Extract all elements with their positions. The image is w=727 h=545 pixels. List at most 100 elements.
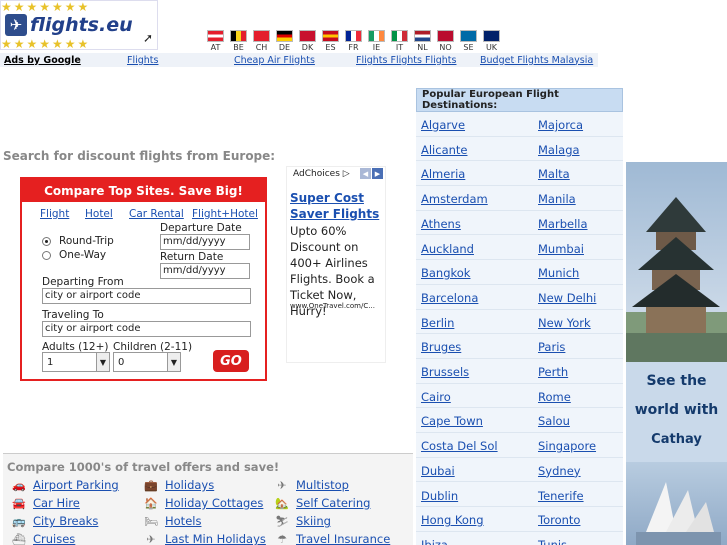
- tab-hotel[interactable]: Hotel: [85, 208, 113, 220]
- destination-link[interactable]: Tunis: [538, 538, 567, 545]
- destination-link[interactable]: Rome: [538, 390, 571, 404]
- compare-link[interactable]: Cruises: [33, 532, 75, 545]
- site-logo[interactable]: ★★★★★★★ ✈ flights.eu ★★★★★★★ ➚: [0, 0, 158, 50]
- flag-fr[interactable]: FR: [342, 30, 365, 53]
- destination-link[interactable]: Marbella: [538, 217, 588, 231]
- return-date-input[interactable]: mm/dd/yyyy: [160, 263, 250, 279]
- cathay-pacific-banner[interactable]: See the world with Cathay Pacific: [626, 162, 727, 545]
- destination-link[interactable]: Bangkok: [421, 266, 470, 280]
- compare-title: Compare 1000's of travel offers and save…: [7, 460, 280, 474]
- destination-link[interactable]: Barcelona: [421, 291, 478, 305]
- compare-item[interactable]: 🚌 City Breaks: [11, 514, 98, 528]
- destination-link[interactable]: Costa Del Sol: [421, 439, 498, 453]
- destination-link[interactable]: Ibiza: [421, 538, 448, 545]
- ad-link-cheap-air-flights[interactable]: Cheap Air Flights: [234, 55, 315, 66]
- flag-de[interactable]: DE: [273, 30, 296, 53]
- destination-link[interactable]: Mumbai: [538, 242, 584, 256]
- ad-next-icon[interactable]: ▶: [372, 168, 383, 179]
- destination-link[interactable]: Cape Town: [421, 414, 483, 428]
- flag-ch[interactable]: CH: [250, 30, 273, 53]
- destination-link[interactable]: Singapore: [538, 439, 596, 453]
- destination-link[interactable]: Amsterdam: [421, 192, 488, 206]
- departure-date-input[interactable]: mm/dd/yyyy: [160, 234, 250, 250]
- destination-link[interactable]: Athens: [421, 217, 461, 231]
- traveling-to-input[interactable]: city or airport code: [42, 321, 251, 337]
- compare-link[interactable]: City Breaks: [33, 514, 98, 528]
- flag-uk[interactable]: UK: [480, 30, 503, 53]
- destination-link[interactable]: Manila: [538, 192, 576, 206]
- ad-link-flights-flights-flights[interactable]: Flights Flights Flights: [356, 55, 456, 66]
- flag-dk[interactable]: DK: [296, 30, 319, 53]
- compare-link[interactable]: Last Min Holidays: [165, 532, 266, 545]
- compare-item[interactable]: 💼 Holidays: [143, 478, 214, 492]
- destination-link[interactable]: Alicante: [421, 143, 468, 157]
- flag-it[interactable]: IT: [388, 30, 411, 53]
- flag-es[interactable]: ES: [319, 30, 342, 53]
- tab-flight-hotel[interactable]: Flight+Hotel: [192, 208, 258, 220]
- compare-link[interactable]: Holiday Cottages: [165, 496, 263, 510]
- compare-item[interactable]: 🏡 Self Catering: [274, 496, 370, 510]
- destination-link[interactable]: New York: [538, 316, 591, 330]
- compare-link[interactable]: Skiing: [296, 514, 331, 528]
- compare-link[interactable]: Travel Insurance: [296, 532, 390, 545]
- compare-item[interactable]: 🏠 Holiday Cottages: [143, 496, 263, 510]
- compare-link[interactable]: Multistop: [296, 478, 349, 492]
- compare-link[interactable]: Airport Parking: [33, 478, 119, 492]
- destination-link[interactable]: Munich: [538, 266, 579, 280]
- destination-link[interactable]: Brussels: [421, 365, 469, 379]
- adchoices-label[interactable]: AdChoices ▷: [293, 169, 350, 179]
- destination-link[interactable]: Berlin: [421, 316, 454, 330]
- compare-item[interactable]: 🛏 Hotels: [143, 514, 201, 528]
- tab-car-rental[interactable]: Car Rental: [129, 208, 184, 220]
- destination-row: Alicante Malaga: [416, 137, 623, 162]
- ad-headline[interactable]: Super Cost Saver Flights: [290, 190, 386, 222]
- destination-link[interactable]: Sydney: [538, 464, 581, 478]
- departing-from-input[interactable]: city or airport code: [42, 288, 251, 304]
- ad-url[interactable]: www.OneTravel.com/C...: [290, 302, 375, 310]
- ads-by-google-label[interactable]: Ads by Google: [4, 55, 127, 66]
- destination-link[interactable]: Majorca: [538, 118, 583, 132]
- destination-link[interactable]: Salou: [538, 414, 570, 428]
- destination-link[interactable]: Perth: [538, 365, 568, 379]
- destination-link[interactable]: Dubai: [421, 464, 455, 478]
- compare-item[interactable]: 🚗 Airport Parking: [11, 478, 119, 492]
- ad-link-flights[interactable]: Flights: [127, 55, 158, 66]
- flag-se[interactable]: SE: [457, 30, 480, 53]
- destination-link[interactable]: Almeria: [421, 167, 465, 181]
- compare-item[interactable]: ⛷ Skiing: [274, 514, 331, 528]
- destination-link[interactable]: Cairo: [421, 390, 451, 404]
- compare-link[interactable]: Holidays: [165, 478, 214, 492]
- flag-no[interactable]: NO: [434, 30, 457, 53]
- compare-item[interactable]: ☂ Travel Insurance: [274, 532, 390, 545]
- compare-item[interactable]: 🚘 Car Hire: [11, 496, 80, 510]
- destination-link[interactable]: Paris: [538, 340, 565, 354]
- destination-link[interactable]: Auckland: [421, 242, 474, 256]
- compare-item[interactable]: ✈ Last Min Holidays: [143, 532, 266, 545]
- compare-link[interactable]: Hotels: [165, 514, 201, 528]
- compare-item[interactable]: ⛴ Cruises: [11, 532, 75, 545]
- adults-select[interactable]: 1 ▼: [42, 352, 110, 372]
- compare-link[interactable]: Car Hire: [33, 496, 80, 510]
- radio-round-trip[interactable]: Round-Trip: [42, 235, 114, 247]
- destination-link[interactable]: Bruges: [421, 340, 461, 354]
- tab-flight[interactable]: Flight: [40, 208, 69, 220]
- children-select[interactable]: 0 ▼: [113, 352, 181, 372]
- flag-at[interactable]: AT: [204, 30, 227, 53]
- destination-link[interactable]: Malta: [538, 167, 570, 181]
- flag-ie[interactable]: IE: [365, 30, 388, 53]
- flag-nl[interactable]: NL: [411, 30, 434, 53]
- destination-link[interactable]: Malaga: [538, 143, 580, 157]
- radio-one-way[interactable]: One-Way: [42, 249, 106, 261]
- flag-be[interactable]: BE: [227, 30, 250, 53]
- ad-link-budget-flights-malaysia[interactable]: Budget Flights Malaysia: [480, 55, 593, 66]
- destination-link[interactable]: New Delhi: [538, 291, 596, 305]
- ad-prev-icon[interactable]: ◀: [360, 168, 371, 179]
- destination-link[interactable]: Hong Kong: [421, 513, 484, 527]
- destination-link[interactable]: Tenerife: [538, 489, 584, 503]
- compare-link[interactable]: Self Catering: [296, 496, 370, 510]
- go-button[interactable]: GO: [213, 350, 249, 372]
- compare-item[interactable]: ✈ Multistop: [274, 478, 349, 492]
- destination-link[interactable]: Dublin: [421, 489, 458, 503]
- destination-link[interactable]: Toronto: [538, 513, 580, 527]
- destination-link[interactable]: Algarve: [421, 118, 465, 132]
